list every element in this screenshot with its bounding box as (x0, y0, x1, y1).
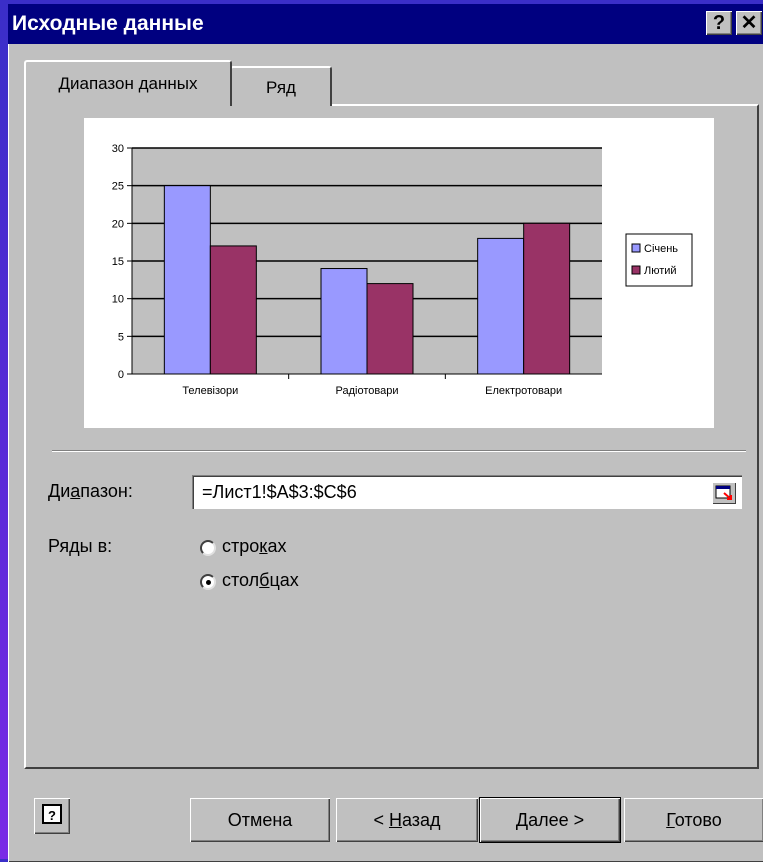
back-button[interactable]: < Назад (336, 798, 478, 842)
dialog-title: Исходные данные (12, 12, 204, 35)
tab-panel (24, 104, 759, 769)
finish-button[interactable]: Готово (624, 798, 763, 842)
tab-label: Ряд (266, 78, 296, 97)
help-icon: ? (42, 804, 62, 824)
help-title-button[interactable]: ? (706, 11, 732, 35)
title-bar[interactable]: Исходные данные ? ✕ (8, 4, 763, 44)
question-icon: ? (712, 12, 726, 34)
tab-data-range[interactable]: Диапазон данных (24, 60, 232, 106)
source-data-dialog: Исходные данные ? ✕ Диапазон данных Ряд … (8, 4, 763, 862)
next-button[interactable]: Далее > (480, 798, 620, 842)
cancel-button[interactable]: Отмена (190, 798, 330, 842)
close-icon: ✕ (740, 12, 758, 34)
help-button[interactable]: ? (34, 798, 70, 834)
tab-label: Диапазон данных (58, 74, 198, 93)
close-button[interactable]: ✕ (736, 11, 762, 35)
tab-series[interactable]: Ряд (230, 66, 332, 106)
